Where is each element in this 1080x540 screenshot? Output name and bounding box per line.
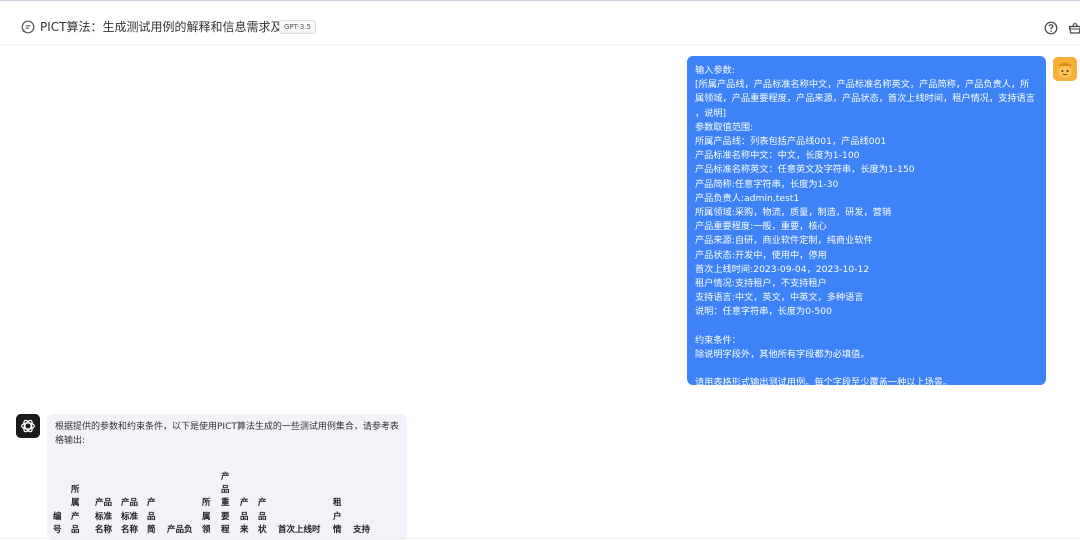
user-message-line: 产品标准名称英文：任意英文及字符串，长度为1-150 [695,164,915,176]
table-header-cell: 产品重要程 [221,471,230,535]
table-header-cell: 产品负 [167,524,193,535]
user-message-line: 参数取值范围: [695,121,754,133]
table-header-cell: 产品标准名称 [95,498,113,535]
user-message-line: 产品来源:自研，商业软件定制，纯商业软件 [695,235,873,247]
chat-bubble-icon [21,19,35,34]
user-message-line: 输入参数: [695,65,735,76]
user-message-line: [所属产品线，产品标准名称中文，产品标准名称英文，产品简称，产品负责人，所 [695,79,1030,91]
bottom-divider [0,538,1080,539]
table-header-cell: 产品来 [240,498,249,535]
user-message-line: 产品负责人:admin,test1 [695,192,800,204]
user-message-line: 说明：任意字符串，长度为0-500 [695,306,832,318]
model-badge[interactable]: GPT-3.5 [279,20,316,34]
user-message-line: 除说明字段外，其他所有字段都为必填值。 [695,349,870,361]
table-header-cell: 租户情 [333,498,342,535]
user-message-line: 产品重要程度:一般，重要，核心 [695,221,827,233]
table-header-cell: 产品标准名称 [121,498,139,535]
user-message-line [695,320,1038,334]
user-message-line [695,362,1038,376]
table-header-cell: 首次上线时 [278,524,321,535]
table-header-cell: 所属领 [202,498,211,535]
user-message-line: 所属领域:采购，物流，质量，制造，研发，营销 [695,207,892,219]
page-title: PICT算法：生成测试用例的解释和信息需求及例子 [40,20,307,34]
user-message-bubble: 输入参数: [所属产品线，产品标准名称中文，产品标准名称英文，产品简称，产品负责人… [687,56,1046,388]
test-case-table-header: 编号 所属产品 产品标准名称 产品标准名称 产品简 产品负 所属领 产品重要程 产品来 产品状 首次… [47,414,407,540]
user-message-line: ，说明] [695,107,727,119]
table-header-cell: 产品状 [258,498,267,535]
question-circle-icon[interactable] [1044,20,1058,35]
assistant-message-bubble: 根据提供的参数和约束条件，以下是使用PICT算法生成的一些测试用例集合，请参考表… [47,414,407,540]
user-message-line: 所属产品线：列表包括产品线001，产品线001 [695,136,887,148]
user-message-line: 请用表格形式输出测试用例。每个字段至少覆盖一种以上场景。 [695,377,953,389]
table-header-cell: 产品简 [147,498,156,535]
user-message-line: 产品简称:任意字符串，长度为1-30 [695,178,839,190]
user-message-line: 租户情况:支持租户，不支持租户 [695,278,827,290]
user-message-line: 产品标准名称中文：中文，长度为1-100 [695,150,860,162]
table-header-cell: 所属产品 [71,485,80,535]
user-message-line: 首次上线时间:2023-09-04，2023-10-12 [695,263,870,275]
basket-icon[interactable] [1068,20,1080,34]
user-avatar-icon[interactable] [1053,57,1077,81]
openai-logo-icon [16,414,40,438]
user-message-line: 产品状态:开发中，使用中，停用 [695,249,827,261]
user-message-line: 属领域，产品重要程度，产品来源，产品状态，首次上线时间，租户情况，支持语言 [695,93,1035,105]
user-message-line: 支持语言:中文，英文，中英文，多种语言 [695,292,864,304]
user-message-line: 约束条件： [695,334,741,346]
table-header-cell: 支持 [353,524,371,535]
table-header-cell: 编号 [53,511,62,535]
chat-header: PICT算法：生成测试用例的解释和信息需求及例子 GPT-3.5 [0,1,1080,45]
